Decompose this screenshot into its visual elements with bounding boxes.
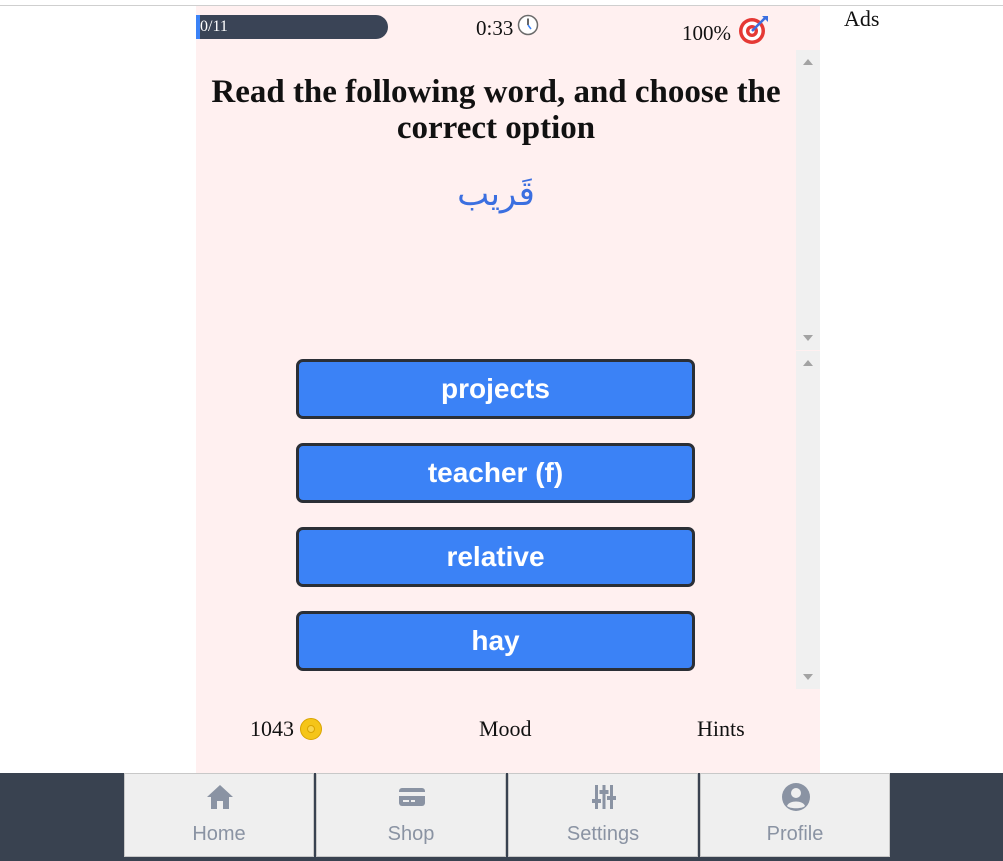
mood-button[interactable]: Mood [479,716,532,742]
arabic-word: قَريب [457,174,535,214]
nav-home[interactable]: Home [124,773,314,857]
clock-icon [517,14,539,42]
home-icon [205,782,235,812]
timer-value: 0:33 [476,15,514,40]
nav-shop[interactable]: Shop [316,773,506,857]
accuracy-value: 100% [682,20,731,45]
scroll-down-arrow-icon[interactable] [803,674,813,680]
scroll-down-arrow-icon[interactable] [803,335,813,341]
hints-button[interactable]: Hints [697,716,745,742]
options-scrollbar[interactable] [796,351,820,689]
option-button[interactable]: relative [296,527,695,587]
coin-balance: 1043 [250,716,322,742]
card-icon [397,782,427,812]
accuracy: 100% [682,14,769,52]
nav-settings-label: Settings [566,823,640,845]
sliders-icon [589,782,619,812]
nav-shop-label: Shop [387,823,435,845]
nav-settings[interactable]: Settings [508,773,698,857]
options-pane[interactable]: projects teacher (f) relative hay [196,351,820,689]
question-prompt: Read the following word, and choose the … [211,74,781,146]
progress-bar: 0/11 [196,15,388,39]
target-icon [737,14,769,52]
options-list: projects teacher (f) relative hay [296,359,695,695]
scroll-up-arrow-icon[interactable] [803,59,813,65]
option-button[interactable]: teacher (f) [296,443,695,503]
option-button[interactable]: hay [296,611,695,671]
nav-profile-label: Profile [766,823,824,845]
nav-home-label: Home [192,823,246,845]
question-scrollbar[interactable] [796,50,820,350]
timer: 0:33 [476,14,539,42]
coin-count: 1043 [250,716,294,741]
user-circle-icon [781,782,811,812]
bottom-nav: Home Shop Settings Profile [0,773,1003,861]
scroll-up-arrow-icon[interactable] [803,360,813,366]
progress-label: 0/11 [200,18,228,35]
question-pane[interactable]: Read the following word, and choose the … [196,50,820,350]
ads-label: Ads [844,6,880,31]
nav-profile[interactable]: Profile [700,773,890,857]
coin-icon [300,718,322,740]
quiz-app: 0/11 0:33 100% Read the following word, … [196,6,820,773]
option-button[interactable]: projects [296,359,695,419]
